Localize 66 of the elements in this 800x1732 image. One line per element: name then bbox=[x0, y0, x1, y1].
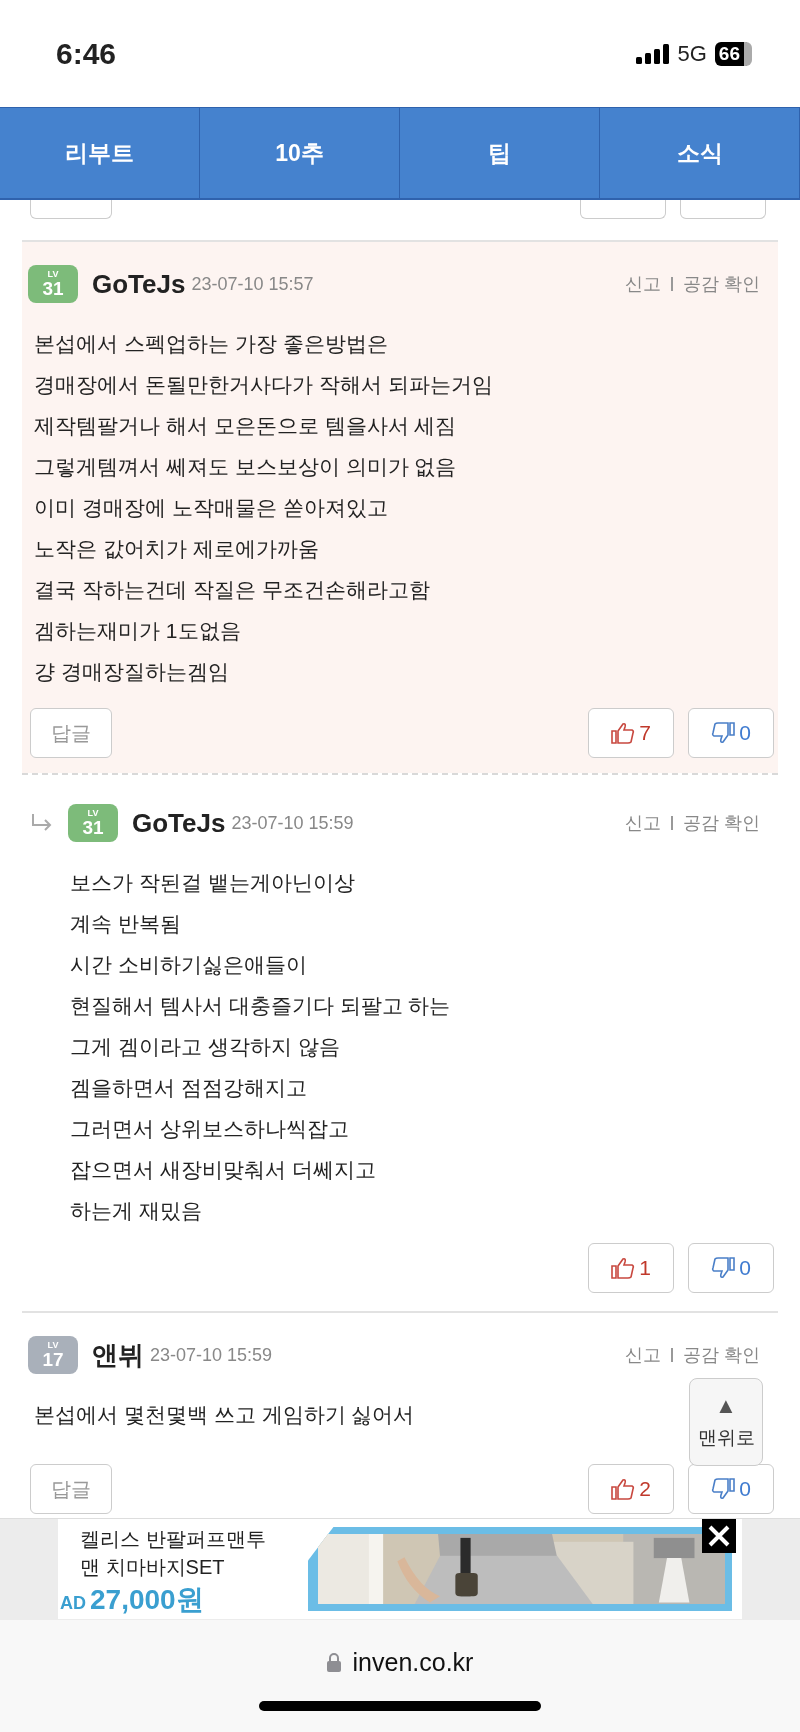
comment-time: 23-07-10 15:59 bbox=[231, 812, 354, 834]
comment-text-line: 본섭에서 스펙업하는 가장 좋은방법은 bbox=[34, 331, 388, 357]
username[interactable]: GoTeJs bbox=[92, 268, 186, 300]
comment-text-line: 겜을하면서 점점강해지고 bbox=[70, 1075, 307, 1101]
nav-tab[interactable]: 10추 bbox=[200, 108, 400, 198]
comment-text-line: 하는게 재밌음 bbox=[70, 1198, 202, 1224]
comment-text-line: 경매장에서 돈될만한거사다가 작해서 되파는거임 bbox=[34, 372, 493, 398]
comment-text-line: 이미 경매장에 노작매물은 쏟아져있고 bbox=[34, 495, 388, 521]
ad-text-line: 맨 치마바지SET bbox=[80, 1555, 226, 1580]
nav-tab[interactable]: 소식 bbox=[600, 108, 800, 198]
like-button[interactable]: 1 bbox=[588, 1243, 674, 1293]
battery-indicator: 66 bbox=[714, 41, 752, 66]
level-badge: LV 17 bbox=[28, 1336, 78, 1374]
scroll-to-top-button[interactable]: ▲ 맨위로 bbox=[689, 1378, 763, 1466]
thumbs-up-icon bbox=[611, 1478, 636, 1500]
reply-button[interactable]: 답글 bbox=[30, 1464, 112, 1514]
comment-text-line: 시간 소비하기싫은애들이 bbox=[70, 952, 307, 978]
comment-text-line: 그게 겜이라고 생각하지 않음 bbox=[70, 1034, 340, 1060]
thumbs-down-icon bbox=[711, 722, 736, 744]
thumbs-up-icon bbox=[611, 1257, 636, 1279]
reply-arrow-icon bbox=[30, 813, 54, 833]
url-text[interactable]: inven.co.kr bbox=[352, 1648, 474, 1677]
comment-time: 23-07-10 15:59 bbox=[150, 1344, 273, 1366]
comment-action-link[interactable]: 신고 bbox=[625, 811, 661, 835]
thumbs-down-icon bbox=[711, 1478, 736, 1500]
ad-text-line: 켈리스 반팔퍼프맨투 bbox=[80, 1527, 267, 1552]
like-button[interactable]: 2 bbox=[588, 1464, 674, 1514]
level-badge: LV 31 bbox=[28, 265, 78, 303]
signal-icon bbox=[635, 43, 670, 64]
comment-action-link[interactable]: 신고 bbox=[625, 1343, 661, 1367]
thumbs-down-icon bbox=[711, 1257, 736, 1279]
thumbs-up-icon bbox=[611, 722, 636, 744]
comment-text-line: 잡으면서 새장비맞춰서 더쎄지고 bbox=[70, 1157, 376, 1183]
like-button[interactable]: 7 bbox=[588, 708, 674, 758]
comment-time: 23-07-10 15:57 bbox=[191, 273, 314, 295]
comment-text-line: 본섭에서 몇천몇백 쓰고 게임하기 싫어서 bbox=[34, 1402, 415, 1428]
nav-tab[interactable]: 리부트 bbox=[0, 108, 200, 198]
comment-text-line: 보스가 작된걸 뱉는게아닌이상 bbox=[70, 870, 355, 896]
comment-text-line: 걍 경매장질하는겜임 bbox=[34, 659, 229, 685]
level-badge: LV 31 bbox=[68, 804, 118, 842]
dislike-button[interactable]: 0 bbox=[688, 1464, 774, 1514]
comment-text-line: 결국 작하는건데 작질은 무조건손해라고함 bbox=[34, 577, 430, 603]
comment-text-line: 그렇게템껴서 쎄져도 보스보상이 의미가 없음 bbox=[34, 454, 457, 480]
comment-action-link[interactable]: 공감 확인 bbox=[683, 272, 760, 296]
reply-button[interactable]: 답글 bbox=[30, 708, 112, 758]
close-button[interactable] bbox=[702, 1519, 736, 1553]
comment-text-line: 노작은 값어치가 제로에가까움 bbox=[34, 536, 319, 562]
comment-text-line: 겜하는재미가 1도없음 bbox=[34, 618, 241, 644]
dislike-button[interactable]: 0 bbox=[688, 1243, 774, 1293]
comment-text-line: 그러면서 상위보스하나씩잡고 bbox=[70, 1116, 349, 1142]
network-label: 5G bbox=[677, 40, 707, 67]
username[interactable]: GoTeJs bbox=[132, 807, 226, 839]
comment-text-line: 제작템팔거나 해서 모은돈으로 템을사서 세짐 bbox=[34, 413, 457, 439]
close-icon bbox=[707, 1524, 731, 1548]
comment-action-link[interactable]: 신고 bbox=[625, 272, 661, 296]
comment-action-link[interactable]: 공감 확인 bbox=[683, 1343, 760, 1367]
comment-text-line: 계속 반복됨 bbox=[70, 911, 181, 937]
lock-icon bbox=[326, 1653, 341, 1672]
status-time: 6:46 bbox=[56, 36, 117, 71]
dislike-button[interactable]: 0 bbox=[688, 708, 774, 758]
ad-banner[interactable]: 켈리스 반팔퍼프맨투 맨 치마바지SET AD 27,000원 bbox=[58, 1519, 742, 1619]
comment-action-link[interactable]: 공감 확인 bbox=[683, 811, 760, 835]
nav-tab[interactable]: 팁 bbox=[400, 108, 600, 198]
username[interactable]: 앤뷔 bbox=[92, 1337, 144, 1373]
comment-text-line: 현질해서 템사서 대충즐기다 되팔고 하는 bbox=[70, 993, 451, 1019]
ad-price: 27,000원 bbox=[90, 1583, 204, 1617]
